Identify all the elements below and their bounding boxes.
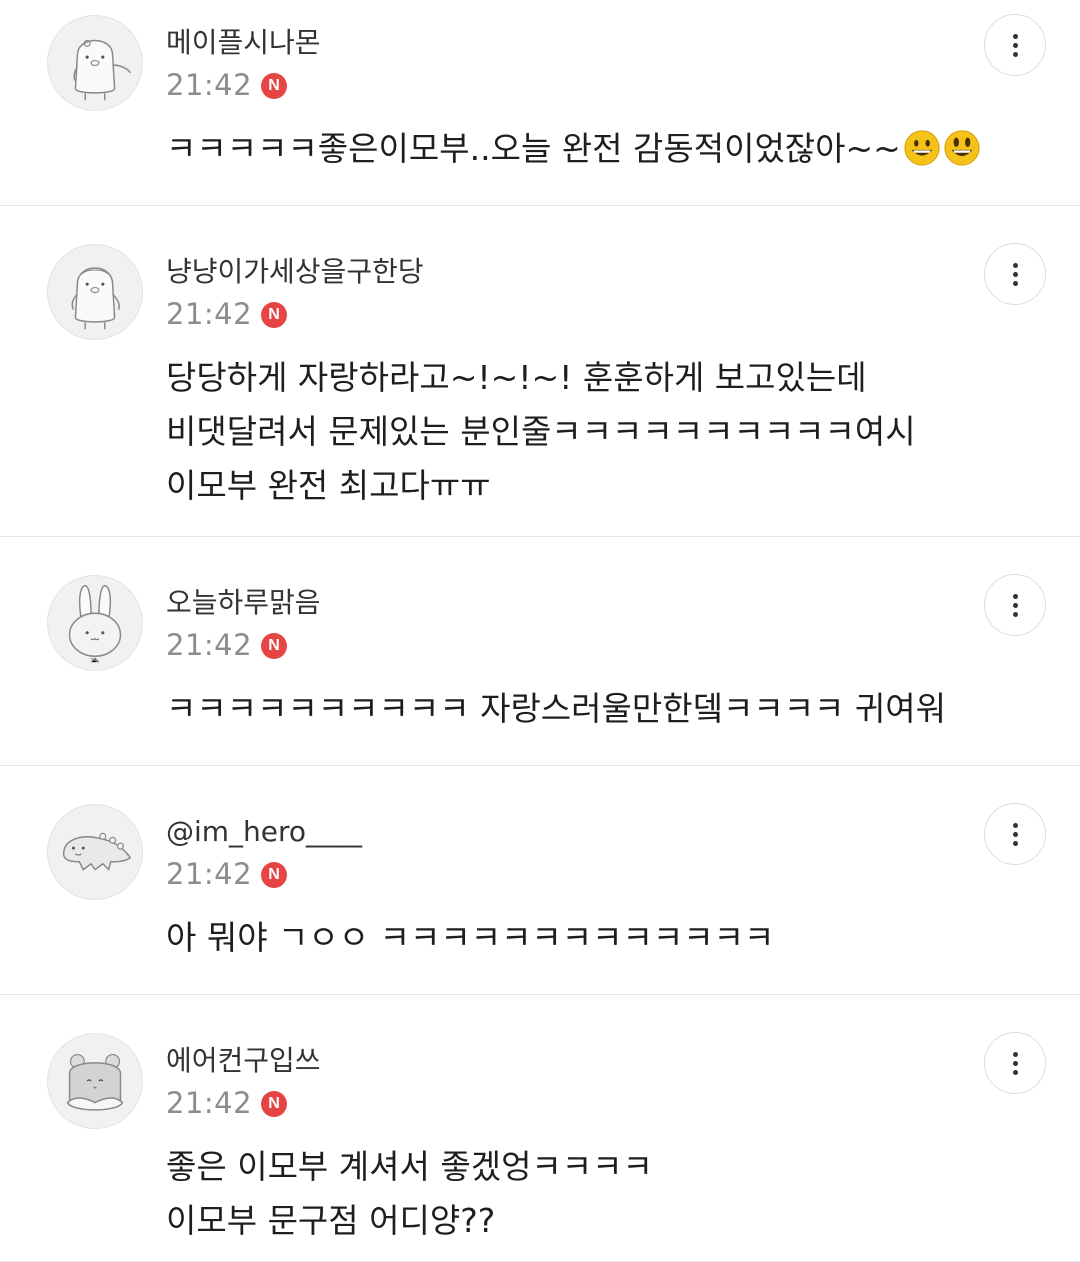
comment-item: 냥냥이가세상을구한당 21:42 N 당당하게 자랑하라고~!~!~! 훈훈하게… — [0, 206, 1080, 537]
comment-nickname[interactable]: 에어컨구입쓰 — [166, 1047, 321, 1075]
penguin-character-icon — [71, 267, 120, 330]
more-options-button[interactable] — [984, 243, 1046, 305]
new-badge: N — [261, 632, 288, 659]
more-options-button[interactable] — [984, 1032, 1046, 1094]
comment-time: 21:42 — [166, 68, 253, 102]
more-options-button[interactable] — [984, 14, 1046, 76]
dinosaur-character-icon — [62, 832, 132, 872]
vertical-ellipsis-icon — [1012, 33, 1018, 57]
comment-line: 이모부 문구점 어디양?? — [166, 1201, 496, 1240]
rabbit-character-icon — [68, 585, 122, 663]
comment-body: 아 뭐야 ㄱㅇㅇ ㅋㅋㅋㅋㅋㅋㅋㅋㅋㅋㅋㅋㅋ — [166, 911, 1040, 965]
vertical-ellipsis-icon — [1012, 1051, 1018, 1075]
vertical-ellipsis-icon — [1012, 262, 1018, 286]
comment-line: ㅋㅋㅋㅋㅋ좋은이모부..오늘 완전 감동적이었잖아~~ — [166, 122, 1040, 176]
comment-line: 아 뭐야 ㄱㅇㅇ ㅋㅋㅋㅋㅋㅋㅋㅋㅋㅋㅋㅋㅋ — [166, 918, 775, 957]
grinning-face-big-eyes-emoji-icon — [944, 130, 980, 166]
hamster-character-icon — [66, 1053, 124, 1111]
comment-item: 에어컨구입쓰 21:42 N 좋은 이모부 계셔서 좋겠엉ㅋㅋㅋㅋ 이모부 문구… — [0, 995, 1080, 1262]
avatar[interactable] — [47, 1033, 143, 1129]
vertical-ellipsis-icon — [1012, 593, 1018, 617]
comment-nickname[interactable]: @im_hero____ — [166, 818, 362, 846]
comment-meta: 21:42 N — [166, 857, 288, 891]
comment-meta: 21:42 N — [166, 68, 288, 102]
comment-nickname[interactable]: 냥냥이가세상을구한당 — [166, 258, 424, 286]
comment-line: 비댓달려서 문제있는 분인줄ㅋㅋㅋㅋㅋㅋㅋㅋㅋㅋ여시 — [166, 412, 916, 451]
comment-item: 메이플시나몬 21:42 N ㅋㅋㅋㅋㅋ좋은이모부..오늘 완전 감동적이었잖아… — [0, 0, 1080, 206]
penguin-character-icon — [73, 39, 131, 101]
comment-body: ㅋㅋㅋㅋㅋ좋은이모부..오늘 완전 감동적이었잖아~~ — [166, 122, 1040, 176]
comment-nickname[interactable]: 메이플시나몬 — [166, 29, 321, 57]
more-options-button[interactable] — [984, 803, 1046, 865]
comment-line: 좋은 이모부 계셔서 좋겠엉ㅋㅋㅋㅋ — [166, 1147, 653, 1186]
new-badge: N — [261, 861, 288, 888]
more-options-button[interactable] — [984, 574, 1046, 636]
comment-line: 이모부 완전 최고다ㅠㅠ — [166, 466, 491, 505]
vertical-ellipsis-icon — [1012, 822, 1018, 846]
comment-item: @im_hero____ 21:42 N 아 뭐야 ㄱㅇㅇ ㅋㅋㅋㅋㅋㅋㅋㅋㅋㅋ… — [0, 766, 1080, 995]
new-badge: N — [261, 1090, 288, 1117]
avatar[interactable] — [47, 804, 143, 900]
comment-meta: 21:42 N — [166, 628, 288, 662]
avatar[interactable] — [47, 15, 143, 111]
comment-line: ㅋㅋㅋㅋㅋㅋㅋㅋㅋㅋ 자랑스러울만한뎈ㅋㅋㅋㅋ 귀여워 — [166, 689, 946, 728]
grinning-face-emoji-icon — [904, 130, 940, 166]
comment-time: 21:42 — [166, 1086, 253, 1120]
new-badge: N — [261, 301, 288, 328]
avatar[interactable] — [47, 244, 143, 340]
comment-time: 21:42 — [166, 297, 253, 331]
comment-item: 오늘하루맑음 21:42 N ㅋㅋㅋㅋㅋㅋㅋㅋㅋㅋ 자랑스러울만한뎈ㅋㅋㅋㅋ 귀… — [0, 537, 1080, 766]
comment-body: ㅋㅋㅋㅋㅋㅋㅋㅋㅋㅋ 자랑스러울만한뎈ㅋㅋㅋㅋ 귀여워 — [166, 682, 1040, 736]
comment-time: 21:42 — [166, 628, 253, 662]
comment-meta: 21:42 N — [166, 1086, 288, 1120]
comment-body: 당당하게 자랑하라고~!~!~! 훈훈하게 보고있는데 비댓달려서 문제있는 분… — [166, 351, 1040, 513]
new-badge: N — [261, 72, 288, 99]
comment-meta: 21:42 N — [166, 297, 288, 331]
avatar[interactable] — [47, 575, 143, 671]
comment-time: 21:42 — [166, 857, 253, 891]
comment-line: 당당하게 자랑하라고~!~!~! 훈훈하게 보고있는데 — [166, 358, 867, 397]
comment-nickname[interactable]: 오늘하루맑음 — [166, 589, 321, 617]
comment-body: 좋은 이모부 계셔서 좋겠엉ㅋㅋㅋㅋ 이모부 문구점 어디양?? — [166, 1140, 1040, 1248]
